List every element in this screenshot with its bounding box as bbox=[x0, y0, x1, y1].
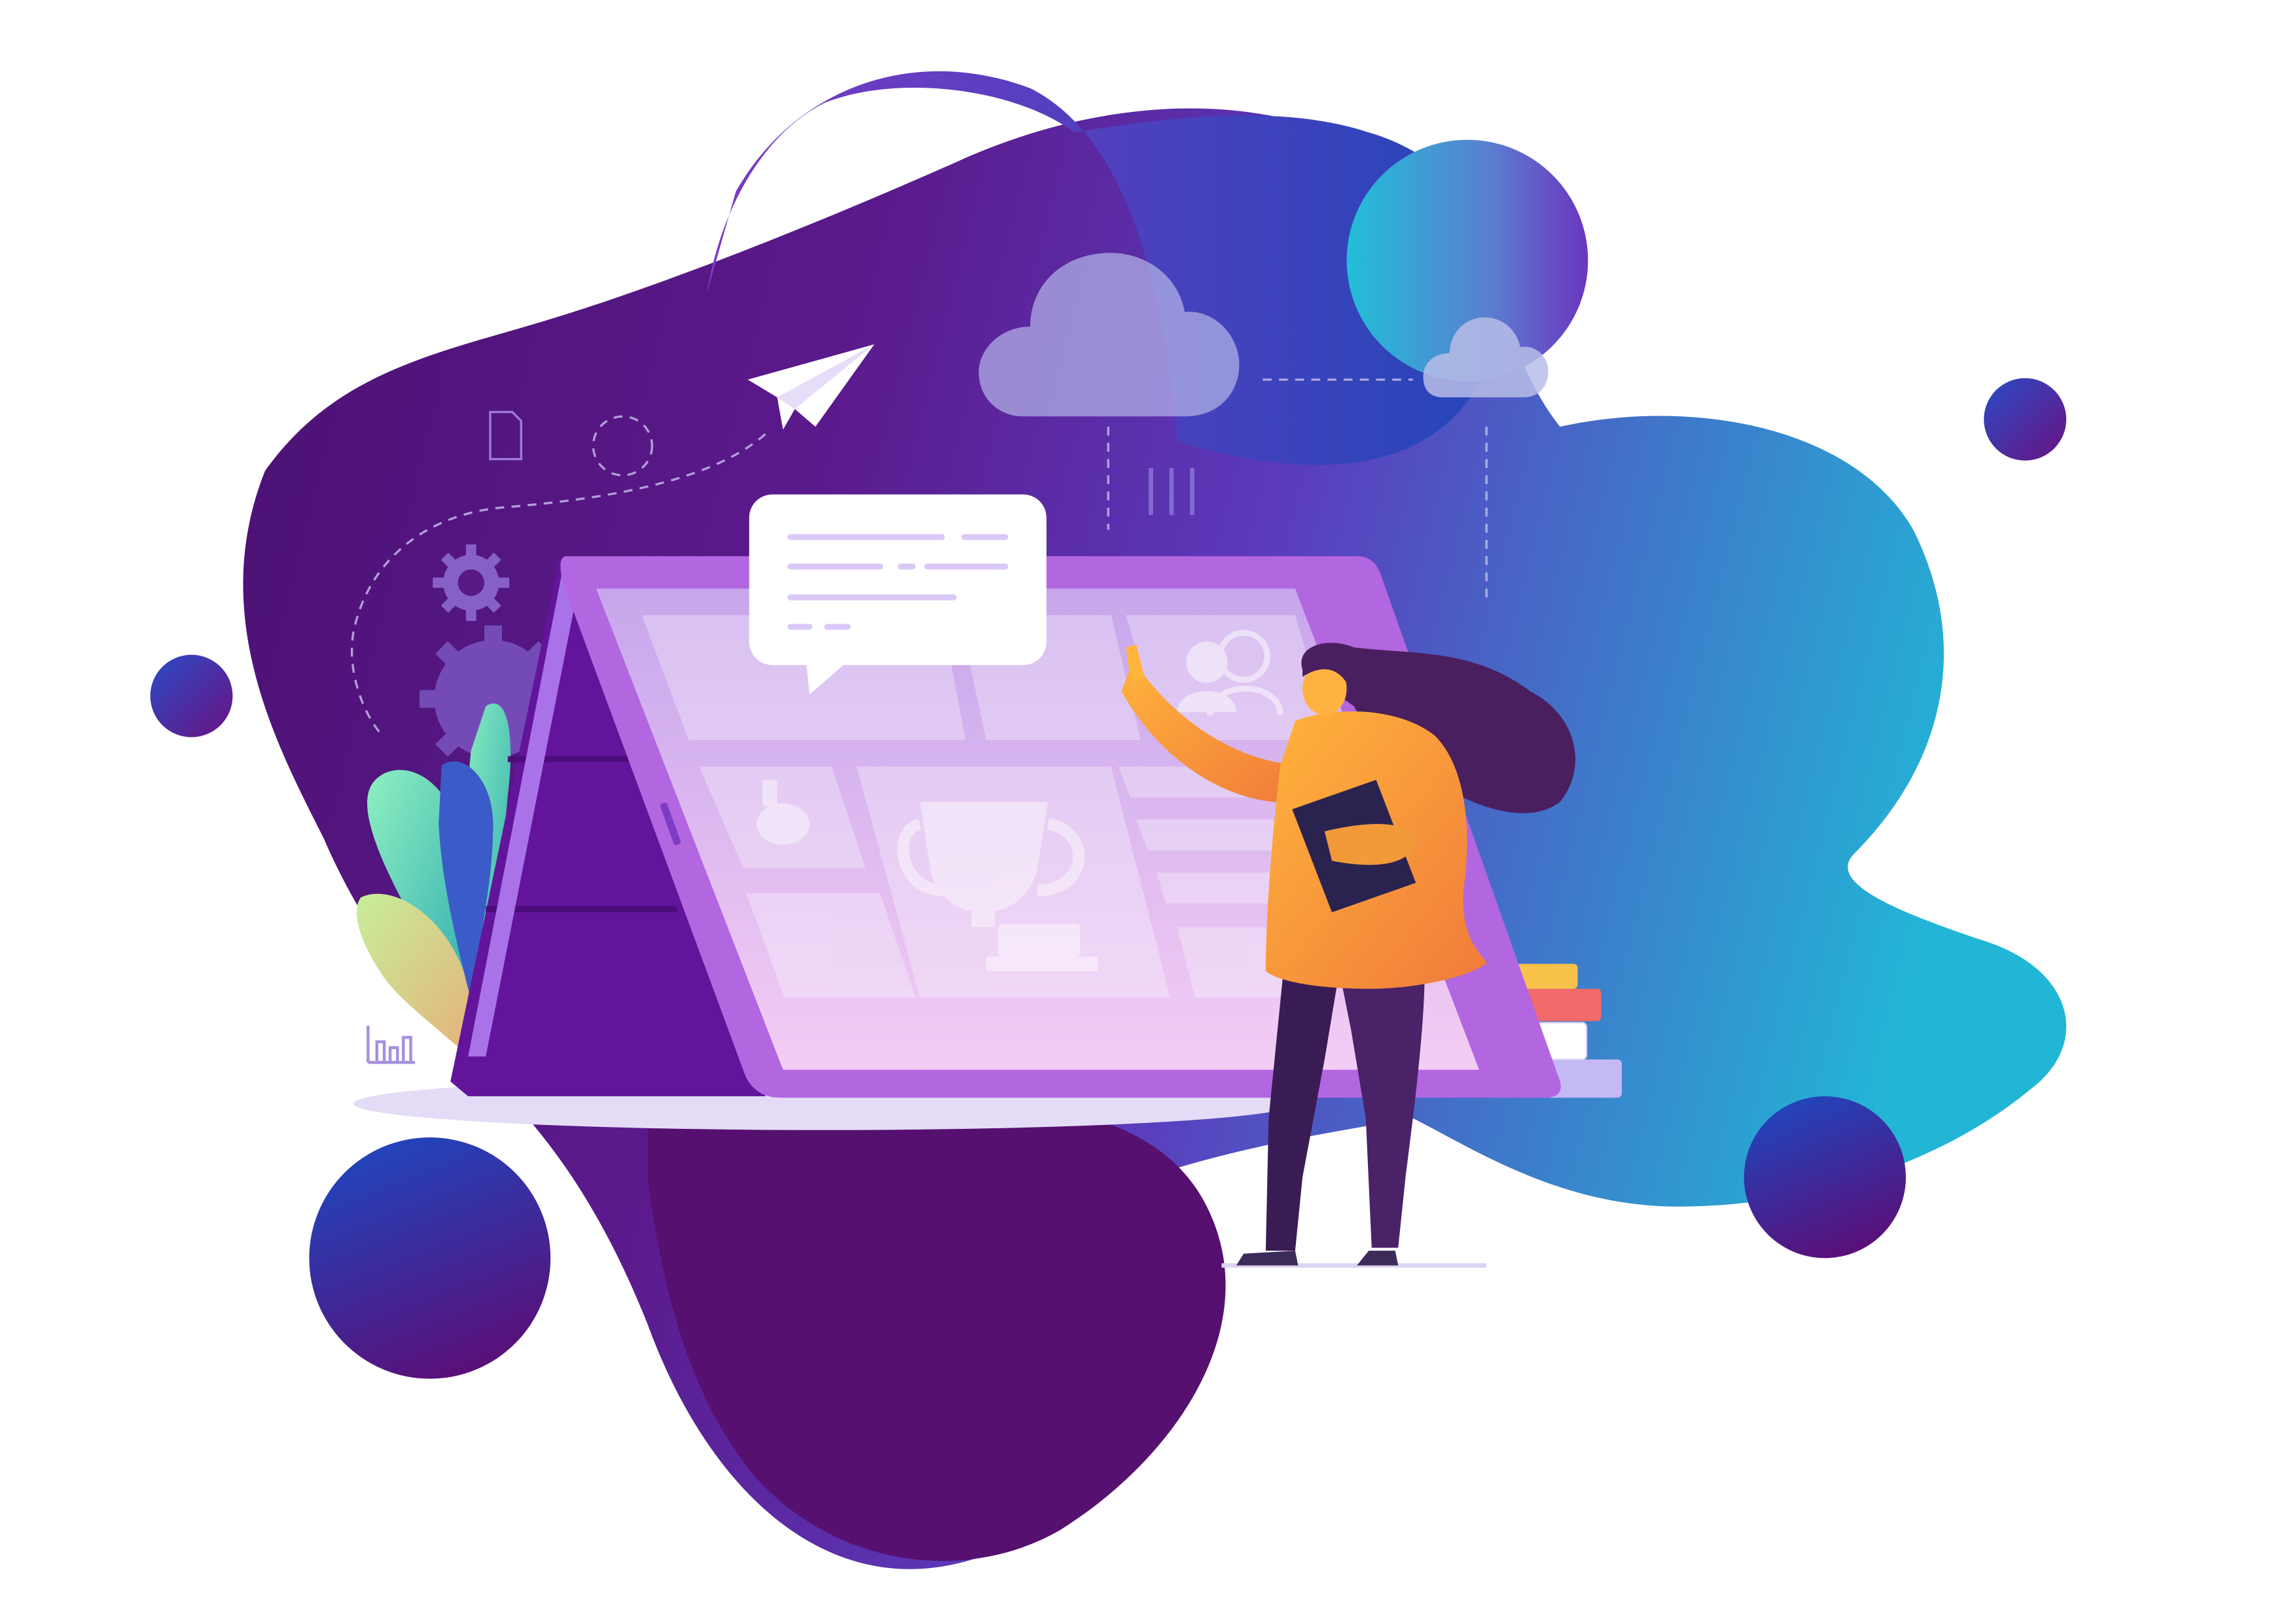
decorative-ball bbox=[1744, 1096, 1906, 1258]
decorative-ball bbox=[309, 1137, 551, 1379]
bar-chart-icon bbox=[367, 1026, 416, 1064]
decorative-ball bbox=[1984, 378, 2067, 461]
decorative-ball bbox=[150, 654, 233, 738]
illustration bbox=[150, 71, 2067, 1569]
chat-bubble bbox=[749, 494, 1047, 695]
